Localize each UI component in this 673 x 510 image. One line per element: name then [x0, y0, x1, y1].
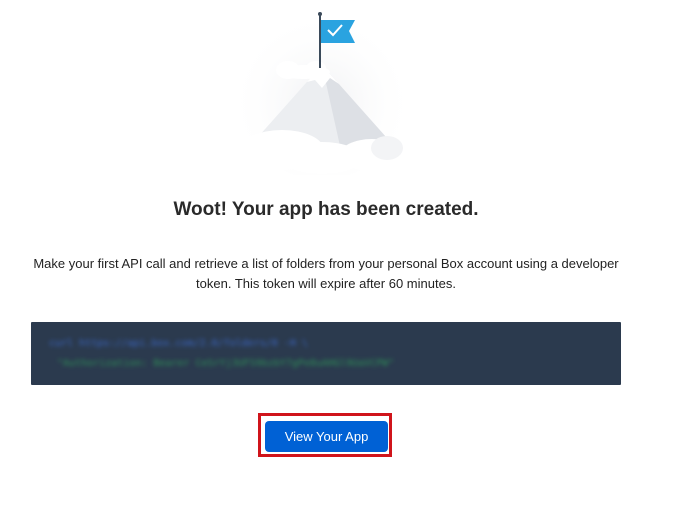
code-line-curl: curl https://api.box.com/2.0/folders/0 -… — [49, 338, 308, 349]
mountain-flag-illustration — [237, 10, 407, 175]
description-text: Make your first API call and retrieve a … — [33, 256, 619, 291]
app-created-page: Woot! Your app has been created. Make yo… — [0, 0, 673, 510]
code-line-auth-header: "Authorization: Bearer CeSrYj3UFS9bzbY7g… — [57, 358, 395, 369]
page-title: Woot! Your app has been created. — [173, 199, 479, 220]
developer-token-code-block[interactable]: curl https://api.box.com/2.0/folders/0 -… — [31, 322, 621, 385]
view-your-app-button[interactable]: View Your App — [265, 421, 388, 452]
